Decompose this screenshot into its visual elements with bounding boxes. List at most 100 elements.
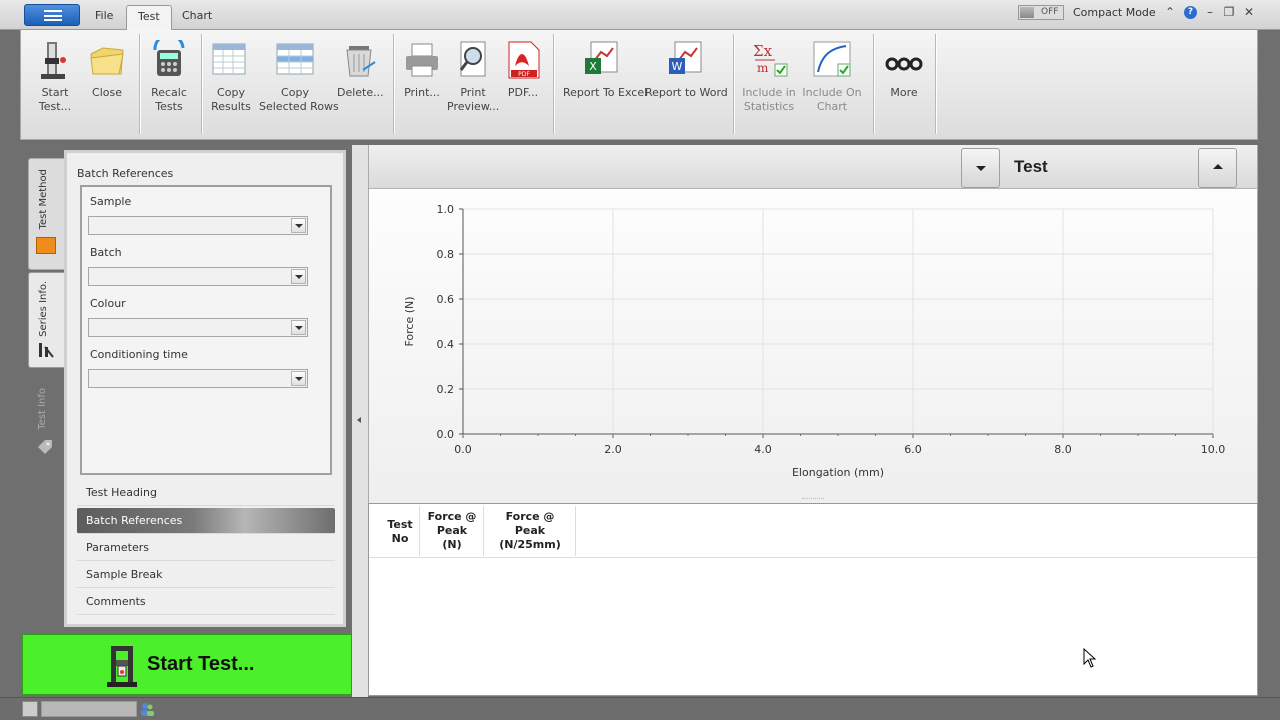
menu-icon xyxy=(44,10,62,21)
close-ribbon-button[interactable]: Close xyxy=(85,40,129,126)
nav-batch-references[interactable]: Batch References xyxy=(77,508,335,534)
application-menu-button[interactable] xyxy=(24,4,80,26)
folder-icon xyxy=(87,40,127,80)
copy-rows-icon xyxy=(275,40,315,80)
y-tick-label: 0.0 xyxy=(437,428,455,441)
pdf-icon: PDF xyxy=(503,40,543,80)
results-table: Test No Force @ Peak (N) Force @ Peak (N… xyxy=(368,503,1258,696)
vertical-tab-strip: Test Method Series Info. Test Info xyxy=(28,158,64,458)
print-preview-button[interactable]: Print Preview... xyxy=(447,40,499,126)
help-icon[interactable]: ? xyxy=(1184,6,1197,19)
tab-test-method[interactable]: Test Method xyxy=(28,158,64,270)
batch-combobox[interactable] xyxy=(88,267,308,286)
x-tick-label: 10.0 xyxy=(1201,443,1226,456)
report-to-excel-button[interactable]: X Report To Excel xyxy=(563,40,647,126)
ribbon-separator xyxy=(935,34,936,134)
more-icon xyxy=(884,40,924,80)
x-axis-label: Elongation (mm) xyxy=(792,466,884,479)
ribbon-toolbar: Start Test... Close Recalc Tests Copy Re… xyxy=(20,30,1258,140)
users-icon[interactable] xyxy=(140,702,154,716)
trash-icon xyxy=(339,40,379,80)
copy-results-button[interactable]: Copy Results xyxy=(209,40,253,126)
nav-comments[interactable]: Comments xyxy=(77,589,335,615)
column-divider xyxy=(575,506,576,556)
collapse-arrow-icon[interactable] xyxy=(357,417,361,423)
panel-splitter[interactable] xyxy=(352,145,368,697)
compact-mode-label: Compact Mode xyxy=(1073,6,1156,19)
x-tick-label: 4.0 xyxy=(754,443,772,456)
column-divider xyxy=(483,506,484,556)
y-tick-label: 0.8 xyxy=(437,248,455,261)
svg-text:W: W xyxy=(672,60,683,73)
include-in-statistics-button[interactable]: Σx m Include in Statistics xyxy=(741,40,797,126)
column-header-test-no[interactable]: Test No xyxy=(381,518,419,546)
status-bar xyxy=(0,697,1280,720)
y-tick-label: 0.4 xyxy=(437,338,455,351)
conditioning-time-combobox[interactable] xyxy=(88,369,308,388)
compact-mode-toggle[interactable]: OFF xyxy=(1018,5,1064,20)
copy-selected-rows-button[interactable]: Copy Selected Rows xyxy=(259,40,339,126)
y-tick-label: 0.2 xyxy=(437,383,455,396)
delete-button[interactable]: Delete... xyxy=(337,40,384,126)
colour-combobox[interactable] xyxy=(88,318,308,337)
series-info-icon xyxy=(37,341,55,359)
y-tick-label: 0.6 xyxy=(437,293,455,306)
tab-test[interactable]: Test xyxy=(126,5,172,30)
pdf-button[interactable]: PDF PDF... xyxy=(503,40,543,126)
conditioning-time-label: Conditioning time xyxy=(90,348,188,361)
more-button[interactable]: More xyxy=(881,40,927,126)
tester-icon xyxy=(107,644,137,688)
svg-text:PDF: PDF xyxy=(518,71,530,78)
nav-sample-break[interactable]: Sample Break xyxy=(77,562,335,588)
x-tick-label: 6.0 xyxy=(904,443,922,456)
tag-icon xyxy=(36,438,54,456)
tab-series-info[interactable]: Series Info. xyxy=(28,272,64,368)
chevron-down-icon[interactable] xyxy=(291,269,306,284)
sample-label: Sample xyxy=(90,195,132,208)
chart-check-icon xyxy=(812,40,852,80)
chevron-down-icon[interactable] xyxy=(291,218,306,233)
restore-icon[interactable]: ❐ xyxy=(1222,5,1236,19)
x-tick-label: 8.0 xyxy=(1054,443,1072,456)
status-icon[interactable] xyxy=(22,701,38,717)
tab-file[interactable]: File xyxy=(84,5,124,30)
column-header-force-peak-n[interactable]: Force @ Peak (N) xyxy=(421,510,483,552)
chart-header: Test xyxy=(369,145,1257,189)
column-divider xyxy=(419,506,420,556)
print-button[interactable]: Print... xyxy=(401,40,443,126)
status-field xyxy=(41,701,137,717)
include-on-chart-button[interactable]: Include On Chart xyxy=(801,40,863,126)
tab-chart[interactable]: Chart xyxy=(171,5,223,30)
statistics-icon: Σx m xyxy=(749,40,789,80)
batch-label: Batch xyxy=(90,246,122,259)
sample-combobox[interactable] xyxy=(88,216,308,235)
recalc-icon xyxy=(149,33,189,80)
close-window-icon[interactable]: ✕ xyxy=(1242,5,1256,19)
toggle-state-label: OFF xyxy=(1041,7,1059,17)
chevron-down-icon[interactable] xyxy=(291,320,306,335)
print-preview-icon xyxy=(453,40,493,80)
start-test-button[interactable]: Start Test... xyxy=(22,634,352,695)
ribbon-separator xyxy=(873,34,874,134)
chevron-down-icon[interactable] xyxy=(291,371,306,386)
svg-text:m: m xyxy=(757,61,769,75)
force-elongation-chart[interactable]: 0.0 2.0 4.0 6.0 8.0 10.0 0.0 0.2 0.4 0.6 0.8 1.0 Elo… xyxy=(369,189,1257,497)
mouse-cursor-icon xyxy=(1083,647,1097,671)
report-to-word-button[interactable]: W Report to Word xyxy=(645,40,728,126)
chart-collapse-button[interactable] xyxy=(1198,148,1237,188)
ribbon-separator xyxy=(393,34,394,134)
chart-dropdown-button[interactable] xyxy=(961,148,1000,188)
resize-grip[interactable] xyxy=(802,498,824,500)
minimize-icon[interactable]: – xyxy=(1203,5,1217,19)
ribbon-separator xyxy=(553,34,554,134)
svg-text:X: X xyxy=(589,60,597,73)
column-header-force-peak-n-25mm[interactable]: Force @ Peak (N/25mm) xyxy=(485,510,575,552)
start-test-ribbon-button[interactable]: Start Test... xyxy=(35,40,75,126)
x-tick-label: 2.0 xyxy=(604,443,622,456)
collapse-ribbon-icon[interactable]: ⌃ xyxy=(1163,5,1177,19)
tab-test-info[interactable]: Test Info xyxy=(28,378,64,458)
series-info-panel: Batch References Sample Batch Colour Con… xyxy=(64,150,346,627)
recalc-tests-button[interactable]: Recalc Tests xyxy=(147,33,191,126)
nav-test-heading[interactable]: Test Heading xyxy=(77,480,335,506)
nav-parameters[interactable]: Parameters xyxy=(77,535,335,561)
